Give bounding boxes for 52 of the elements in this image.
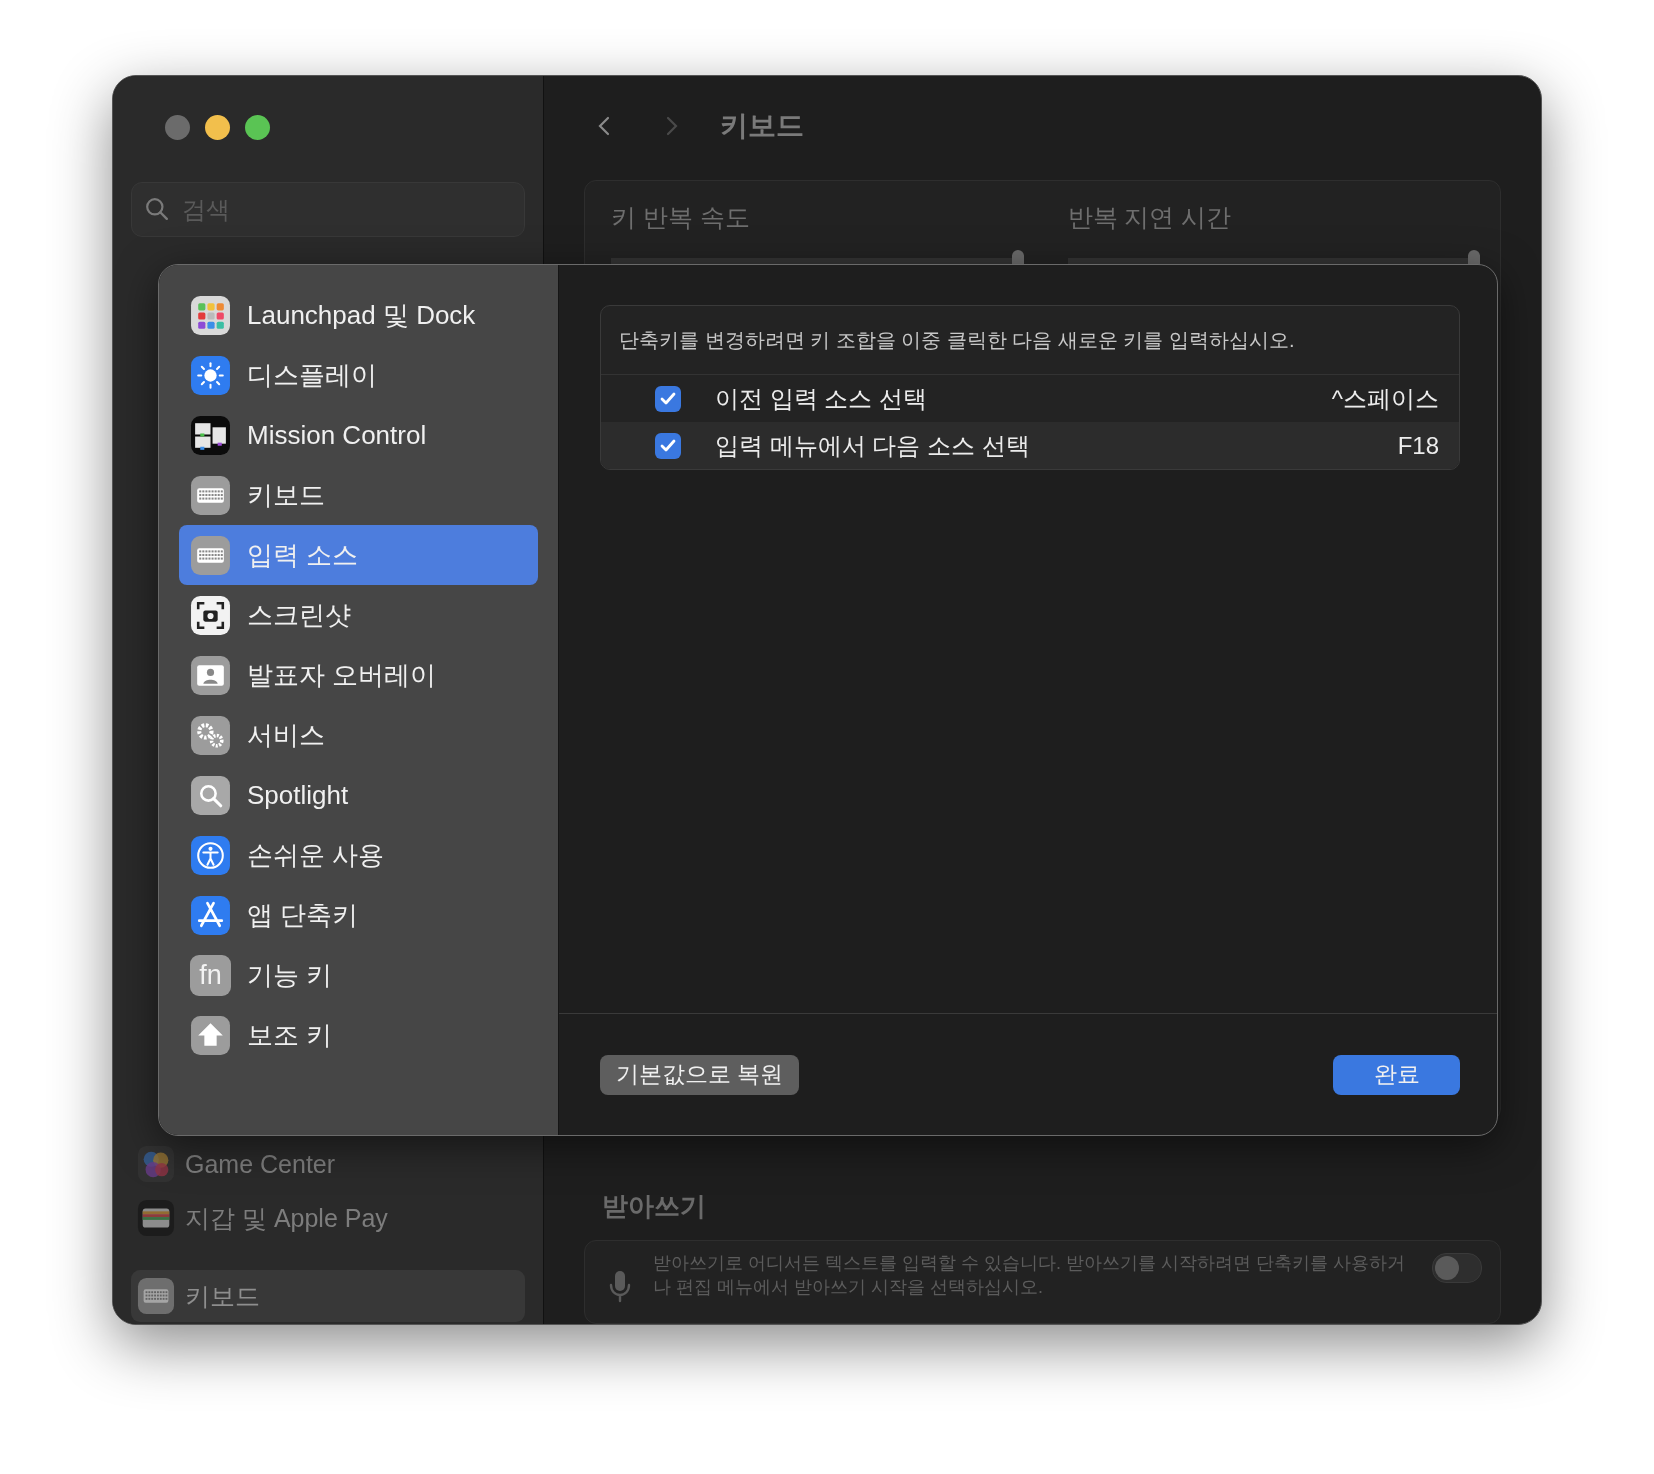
fn-key-icon: fn xyxy=(190,954,231,996)
accessibility-icon xyxy=(190,834,231,876)
windows-icon xyxy=(190,414,231,456)
game-center-icon xyxy=(137,1145,175,1183)
slider-label: 반복 지연 시간 xyxy=(1067,201,1233,233)
key-combo: ^스페이스 xyxy=(1331,383,1439,414)
category-item[interactable]: Spotlight xyxy=(179,765,538,825)
category-item[interactable]: 서비스 xyxy=(179,705,538,765)
keyboard-icon xyxy=(190,474,231,516)
slider-label: 키 반복 속도 xyxy=(611,201,751,233)
zoom-button[interactable] xyxy=(245,115,270,140)
checkbox[interactable] xyxy=(655,432,681,459)
category-item[interactable]: 디스플레이 xyxy=(179,345,538,405)
category-item[interactable]: 앱 단축키 xyxy=(179,885,538,945)
category-item[interactable]: fn 기능 키 xyxy=(179,945,538,1005)
category-item[interactable]: 보조 키 xyxy=(179,1005,538,1065)
microphone-icon xyxy=(607,1269,633,1303)
gears-icon xyxy=(190,714,231,756)
section-heading: 받아쓰기 xyxy=(602,1189,707,1223)
person-icon xyxy=(190,654,231,696)
sidebar-item[interactable]: 키보드 xyxy=(131,1270,525,1322)
category-item[interactable]: Mission Control xyxy=(179,405,538,465)
toggle-switch[interactable] xyxy=(1432,1253,1482,1283)
shortcut-row[interactable]: 입력 메뉴에서 다음 소스 선택 F18 xyxy=(601,422,1459,469)
shortcut-row[interactable]: 이전 입력 소스 선택 ^스페이스 xyxy=(601,375,1459,422)
wallet-icon xyxy=(137,1199,175,1237)
app-store-icon xyxy=(190,894,231,936)
category-item[interactable]: 스크린샷 xyxy=(179,585,538,645)
shortcut-label: 입력 메뉴에서 다음 소스 선택 xyxy=(715,430,1031,461)
done-button[interactable]: 완료 xyxy=(1333,1054,1460,1095)
category-item[interactable]: 손쉬운 사용 xyxy=(179,825,538,885)
keyboard-icon xyxy=(190,534,231,576)
category-item[interactable]: 키보드 xyxy=(179,465,538,525)
category-item[interactable]: 발표자 오버레이 xyxy=(179,645,538,705)
description-text: 받아쓰기로 어디서든 텍스트를 입력할 수 있습니다. 받아쓰기를 시작하려면 단축키를 사용하거나 편집 메뉴에서 받아쓰기 시작을 선택하십시오. xyxy=(653,1252,1406,1299)
search-icon xyxy=(145,197,169,221)
sun-icon xyxy=(190,354,231,396)
checkbox[interactable] xyxy=(655,385,681,412)
arrow-up-icon xyxy=(190,1014,231,1056)
search-icon xyxy=(190,774,231,816)
restore-defaults-button[interactable]: 기본값으로 복원 xyxy=(600,1054,800,1095)
category-item[interactable]: Launchpad 및 Dock xyxy=(179,285,538,345)
minimize-button[interactable] xyxy=(205,115,230,140)
hint-text: 단축키를 변경하려면 키 조합을 이중 클릭한 다음 새로운 키를 입력하십시오. xyxy=(601,306,1459,375)
back-icon[interactable] xyxy=(596,114,612,137)
close-button[interactable] xyxy=(165,115,190,140)
page-title: 키보드 xyxy=(720,108,804,143)
shortcut-label: 이전 입력 소스 선택 xyxy=(715,383,928,414)
launchpad-icon xyxy=(190,294,231,336)
key-combo: F18 xyxy=(1397,431,1439,460)
keyboard-icon xyxy=(137,1277,175,1315)
camera-icon xyxy=(190,594,231,636)
